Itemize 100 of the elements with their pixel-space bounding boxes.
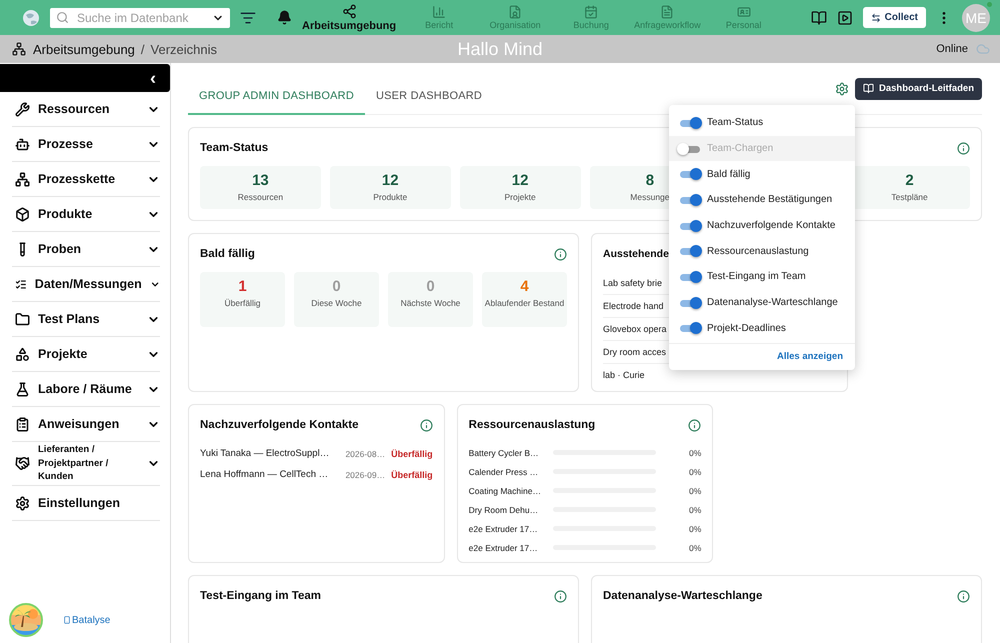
video-icon[interactable] (836, 10, 853, 26)
sidebar-item[interactable]: Prozesse (12, 127, 160, 162)
toggle-switch[interactable] (679, 194, 703, 206)
stat-value: 4 (520, 278, 529, 295)
id-card-icon (736, 5, 751, 19)
stat-label: Testpläne (891, 191, 928, 204)
sidebar-item[interactable]: Proben (12, 232, 160, 267)
show-all-link[interactable]: Alles anzeigen (777, 351, 843, 362)
breadcrumb-link[interactable]: Arbeitsumgebung (33, 42, 135, 56)
bell-icon[interactable] (277, 10, 292, 25)
card-title: Team-Status (200, 142, 268, 154)
menu-item[interactable]: Test-Eingang im Team (669, 264, 855, 290)
status-text: Überfällig (391, 470, 433, 480)
card-title: Datenanalyse-Warteschlange (603, 590, 762, 602)
usage-value: 0% (689, 524, 702, 534)
menu-item[interactable]: Ausstehende Bestätigungen (669, 187, 855, 213)
toggle-switch[interactable] (679, 296, 703, 309)
menu-item[interactable]: Projekt-Deadlines (669, 316, 855, 342)
toggle-switch[interactable] (679, 116, 703, 129)
wrench-icon (15, 102, 30, 116)
contact-date: 2026-09… (345, 470, 386, 480)
document-icon (660, 5, 674, 19)
menu-item[interactable]: Ressourcenauslastung (669, 238, 855, 264)
globe-logo-icon (22, 8, 40, 26)
card-title: Test-Eingang im Team (200, 590, 321, 602)
card-title: Ressourcenauslastung (468, 419, 596, 431)
contact-name[interactable]: Yuki Tanaka — ElectroSuppl… (200, 448, 340, 459)
nav-tab[interactable]: Arbeitsumgebung (302, 4, 396, 32)
resource-name: Coating Machine… (468, 486, 542, 496)
footer-link[interactable]: Batalyse (63, 614, 110, 626)
guide-button[interactable]: Dashboard-Leitfaden (854, 78, 982, 100)
menu-item[interactable]: Bald fällig (669, 161, 855, 188)
sidebar-item[interactable]: Produkte (12, 197, 160, 232)
toggle-switch[interactable] (679, 220, 703, 232)
network-icon (342, 4, 357, 18)
sidebar-item[interactable]: Prozesskette (12, 162, 160, 197)
settings-icon[interactable] (834, 82, 849, 96)
card-title: Bald fällig (200, 248, 255, 260)
info-icon (420, 418, 433, 432)
dashboard-tab[interactable]: GROUP ADMIN DASHBOARD (188, 78, 365, 114)
cloud-icon (976, 42, 990, 56)
contact-date: 2026-08… (345, 448, 386, 458)
search-field[interactable]: Suche im Datenbank (75, 10, 206, 26)
toggle-switch[interactable] (679, 168, 703, 180)
sidebar-item[interactable]: Lieferanten / Projektpartner / Kunden (12, 442, 160, 486)
card-title: Ausstehende (603, 248, 669, 260)
greeting-title: Hallo Mind (457, 38, 543, 60)
status-text: Online (936, 43, 968, 55)
stat-label: Nächste Woche (400, 297, 460, 310)
stat-label: Produkte (373, 191, 408, 204)
usage-value: 0% (689, 504, 702, 514)
hierarchy-icon (15, 172, 30, 186)
menu-item[interactable]: Nachzuverfolgende Kontakte (669, 212, 855, 238)
toggle-switch[interactable] (679, 322, 703, 334)
collapse-button[interactable]: ‹ (150, 69, 156, 87)
toggle-switch[interactable] (679, 270, 703, 283)
sidebar-item[interactable]: Labore / Räume (12, 372, 160, 407)
shapes-icon (15, 346, 30, 362)
card-title: Nachzuverfolgende Kontakte (200, 419, 358, 431)
menu-item[interactable]: Datenanalyse-Warteschlange (669, 290, 855, 316)
stat-value: 8 (646, 172, 654, 189)
stat-label: Projekte (504, 191, 536, 204)
stat-label: Überfällig (224, 297, 260, 310)
handshake-icon (15, 456, 30, 471)
collect-button[interactable]: Collect (862, 7, 926, 28)
stat-label: Diese Woche (311, 297, 362, 310)
resource-name: e2e Extruder 17… (468, 542, 539, 552)
sidebar-item[interactable]: Einstellungen (12, 486, 160, 521)
dashboard-tab[interactable]: USER DASHBOARD (364, 78, 494, 114)
stat-value: 12 (382, 172, 399, 189)
info-icon (688, 418, 702, 432)
book-icon[interactable] (810, 10, 827, 26)
folder-icon (15, 312, 30, 326)
swap-icon (870, 12, 881, 22)
clipboard-icon (15, 416, 30, 432)
stat-value: 2 (905, 172, 914, 189)
stat-value: 1 (238, 278, 247, 295)
resource-name: Dry Room Dehu… (468, 504, 540, 514)
stat-value: 0 (332, 278, 341, 295)
usage-value: 0% (689, 466, 702, 476)
toggle-switch[interactable] (679, 245, 703, 258)
stat-value: 13 (252, 172, 269, 189)
phone-icon (63, 616, 71, 624)
cube-icon (15, 206, 30, 222)
menu-item[interactable]: Team-Status (669, 110, 855, 136)
sidebar-item[interactable]: Anweisungen (12, 407, 160, 442)
contact-name[interactable]: Lena Hoffmann — CellTech … (200, 469, 340, 480)
stat-label: Ablaufender Bestand (484, 297, 564, 310)
info-icon (957, 590, 970, 602)
filter-icon[interactable] (240, 10, 256, 26)
search-box[interactable]: Suche im Datenbank (50, 8, 230, 28)
info-icon (554, 248, 567, 260)
sidebar-item[interactable]: Projekte (12, 337, 160, 372)
sidebar-item[interactable]: Ressourcen (12, 92, 160, 127)
breadcrumb-current: Verzeichnis (150, 42, 218, 56)
sidebar-item[interactable]: Daten/Messungen (12, 267, 160, 302)
settings-icon (15, 496, 30, 510)
status-text: Überfällig (391, 448, 433, 458)
sidebar-item[interactable]: Test Plans (12, 302, 160, 337)
usage-value: 0% (689, 542, 702, 552)
